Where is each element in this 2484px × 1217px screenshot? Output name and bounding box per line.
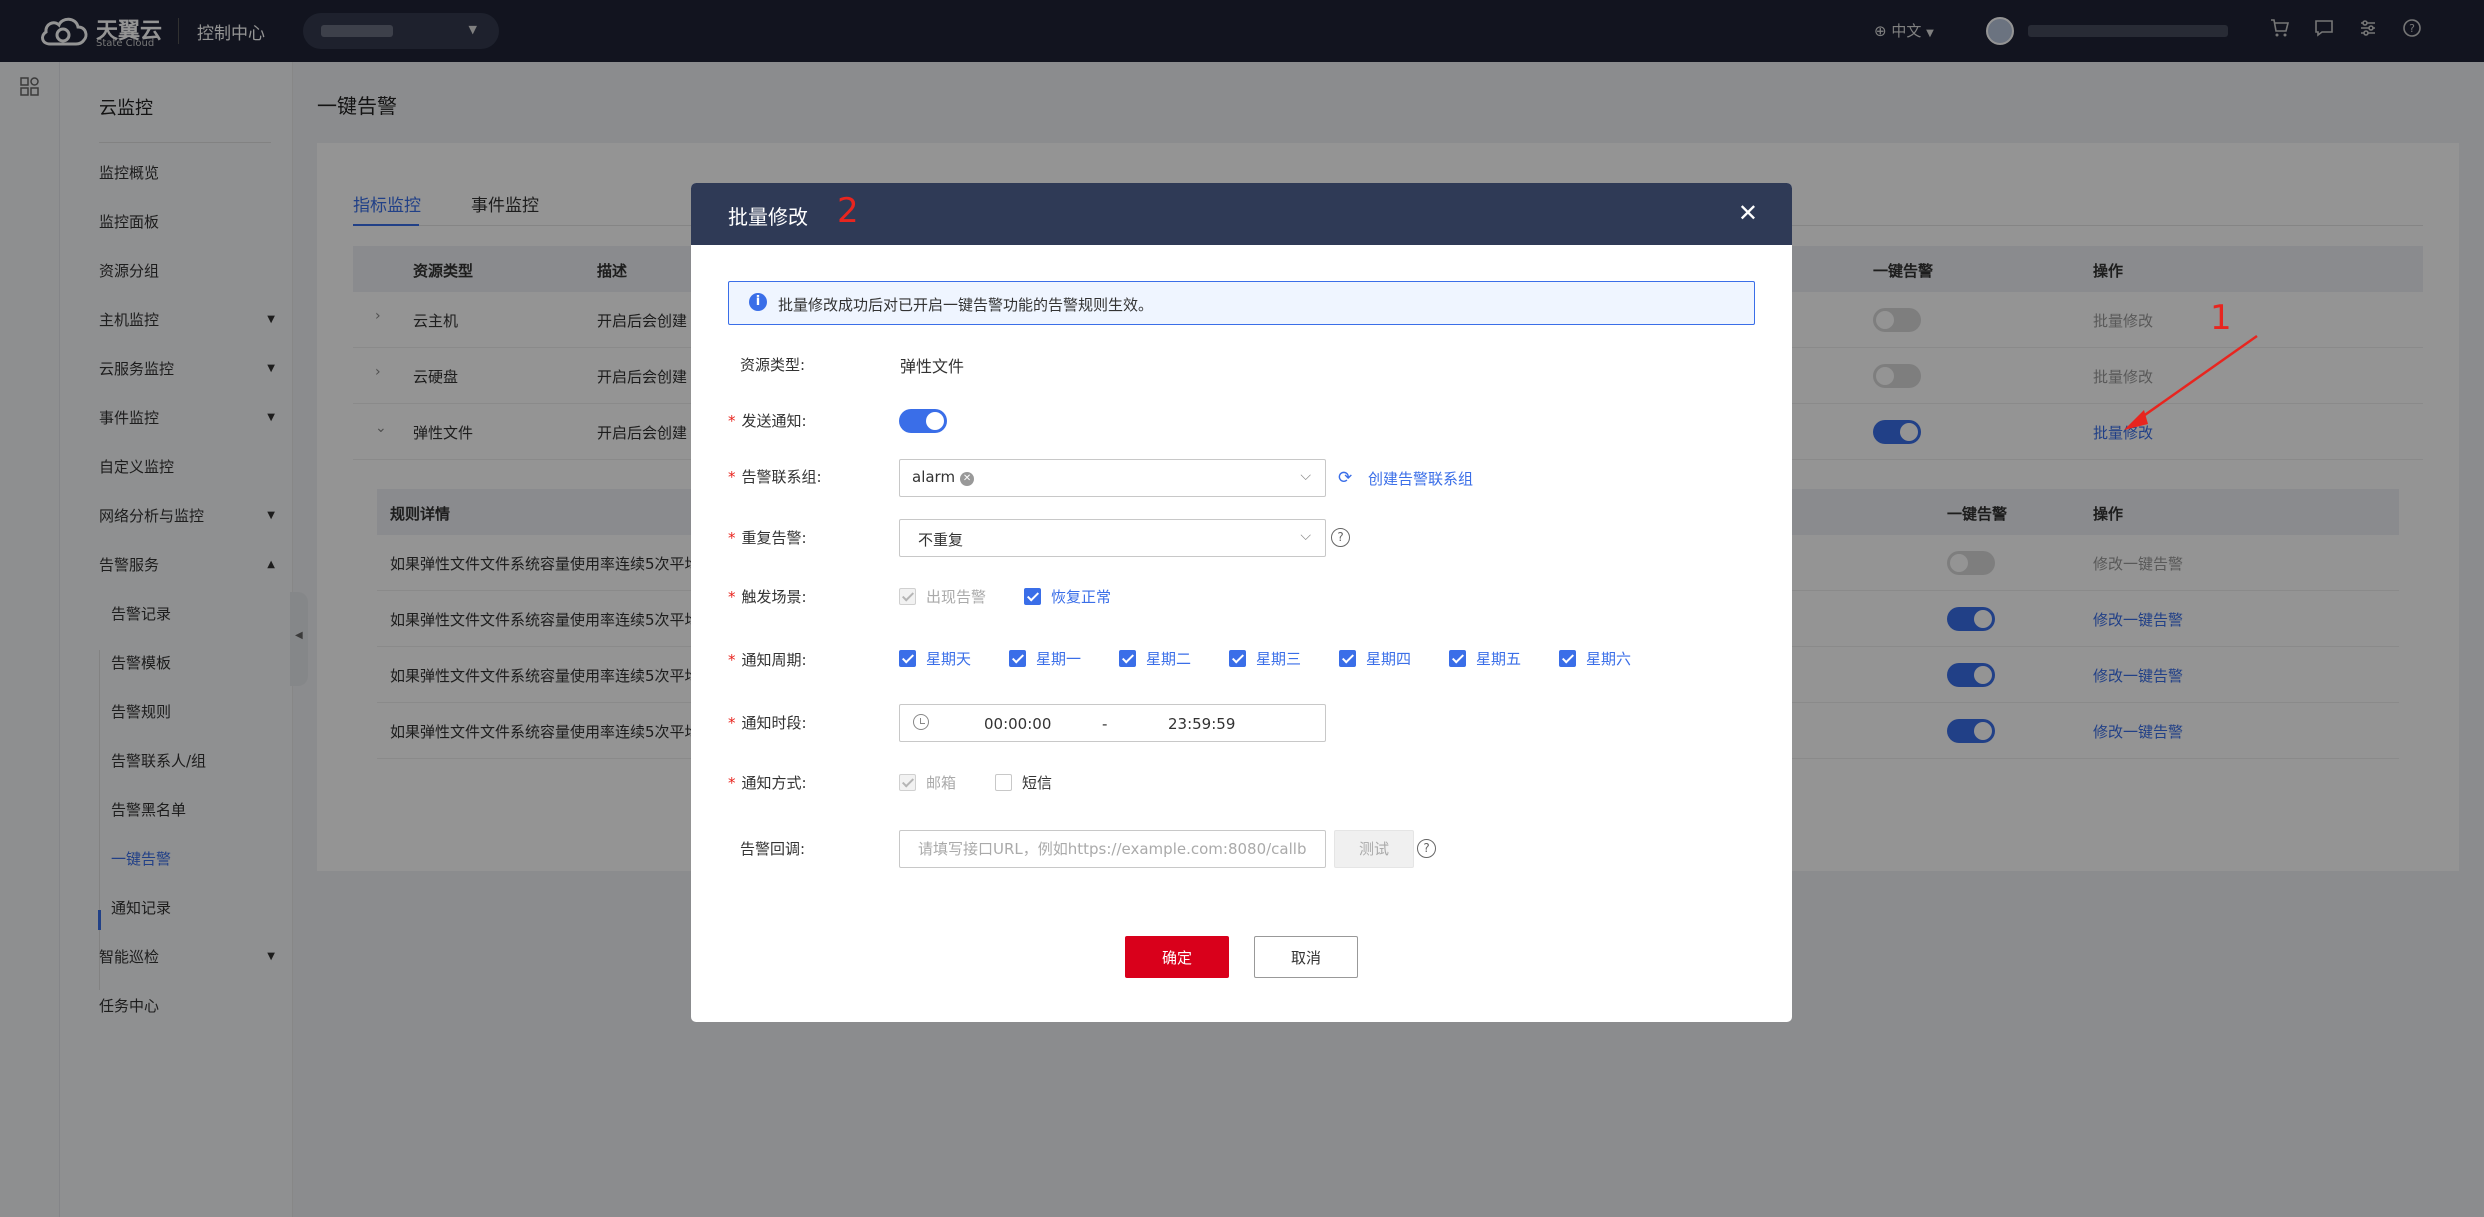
chevron-down-icon: ⌵ [1300,468,1311,484]
resource-type-label: 资源类型: [740,356,806,374]
notify-method-label: * 通知方式: [728,774,807,792]
send-notice-toggle[interactable] [899,409,947,433]
checkbox-box [899,774,916,791]
label-text: 重复告警: [741,529,807,547]
checkbox-box [1449,650,1466,667]
dialog-title: 批量修改 [728,205,808,229]
checkbox-label: 星期三 [1256,650,1302,668]
label-text: 通知时段: [741,714,807,732]
checkbox-box [1024,588,1041,605]
selected-value: 不重复 [918,531,964,549]
create-contact-group-link[interactable]: 创建告警联系组 [1368,468,1473,489]
checkbox-box [1009,650,1026,667]
checkbox-box [1559,650,1576,667]
send-notice-label: * 发送通知: [728,412,807,430]
clock-icon [913,714,929,730]
checkbox-label: 星期天 [926,650,972,668]
checkbox-box [1339,650,1356,667]
checkbox-label: 邮箱 [926,774,957,792]
contact-group-select[interactable]: alarm ✕ ⌵ [899,459,1326,497]
day-tuesday-checkbox[interactable]: 星期二 [1119,649,1191,669]
annotation-number-2: 2 [837,191,859,231]
day-sunday-checkbox[interactable]: 星期天 [899,649,971,669]
callback-url-input[interactable] [899,830,1326,868]
day-wednesday-checkbox[interactable]: 星期三 [1229,649,1301,669]
test-button[interactable]: 测试 [1334,830,1414,868]
day-thursday-checkbox[interactable]: 星期四 [1339,649,1411,669]
help-icon[interactable]: ? [1417,839,1436,858]
dialog-header: 批量修改 2 ✕ [691,183,1792,245]
checkbox-box [899,650,916,667]
notify-cycle-label: * 通知周期: [728,651,807,669]
repeat-alarm-select[interactable]: 不重复 ⌵ [899,519,1326,557]
close-icon[interactable]: ✕ [1738,199,1758,227]
annotation-arrow-icon [2124,334,2258,430]
help-icon[interactable]: ? [1331,528,1350,547]
info-icon: i [749,293,767,311]
checkbox-box [1229,650,1246,667]
label-text: 通知方式: [741,774,807,792]
checkbox-label: 恢复正常 [1051,588,1112,606]
checkbox-box [1119,650,1136,667]
refresh-icon[interactable]: ⟳ [1338,468,1352,488]
contact-tag: alarm ✕ [912,468,975,488]
notify-period-label: * 通知时段: [728,714,807,732]
callback-label: 告警回调: [740,840,806,858]
checkbox-label: 短信 [1022,774,1053,792]
info-text: 批量修改成功后对已开启一键告警功能的告警规则生效。 [778,296,1154,314]
label-text: 告警联系组: [741,468,822,486]
time-range-picker[interactable]: 00:00:00 - 23:59:59 [899,704,1326,742]
checkbox-label: 出现告警 [926,588,987,606]
resource-type-value: 弹性文件 [900,357,965,376]
tag-label: alarm [912,468,956,486]
confirm-button[interactable]: 确定 [1125,936,1229,978]
time-separator: - [1102,715,1108,733]
trigger-scene-label: * 触发场景: [728,588,807,606]
checkbox-box [995,774,1012,791]
label-text: 触发场景: [741,588,807,606]
checkbox-box [899,588,916,605]
trigger-alarm-checkbox[interactable]: 出现告警 [899,587,986,607]
contact-group-label: * 告警联系组: [728,468,822,486]
remove-tag-icon[interactable]: ✕ [960,472,975,486]
repeat-alarm-label: * 重复告警: [728,529,807,547]
trigger-recover-checkbox[interactable]: 恢复正常 [1024,587,1111,607]
cancel-button[interactable]: 取消 [1254,936,1358,978]
checkbox-label: 星期六 [1586,650,1632,668]
checkbox-label: 星期二 [1146,650,1192,668]
method-email-checkbox[interactable]: 邮箱 [899,773,956,793]
info-notice: i 批量修改成功后对已开启一键告警功能的告警规则生效。 [728,281,1755,325]
checkbox-label: 星期五 [1476,650,1522,668]
day-friday-checkbox[interactable]: 星期五 [1449,649,1521,669]
chevron-down-icon: ⌵ [1300,528,1311,544]
checkbox-label: 星期四 [1366,650,1412,668]
label-text: 通知周期: [741,651,807,669]
time-end[interactable]: 23:59:59 [1168,715,1235,733]
label-text: 发送通知: [741,412,807,430]
method-sms-checkbox[interactable]: 短信 [995,773,1052,793]
time-start[interactable]: 00:00:00 [984,715,1051,733]
checkbox-label: 星期一 [1036,650,1082,668]
day-monday-checkbox[interactable]: 星期一 [1009,649,1081,669]
day-saturday-checkbox[interactable]: 星期六 [1559,649,1631,669]
batch-edit-dialog: 批量修改 2 ✕ i 批量修改成功后对已开启一键告警功能的告警规则生效。 资源类… [691,183,1792,1022]
